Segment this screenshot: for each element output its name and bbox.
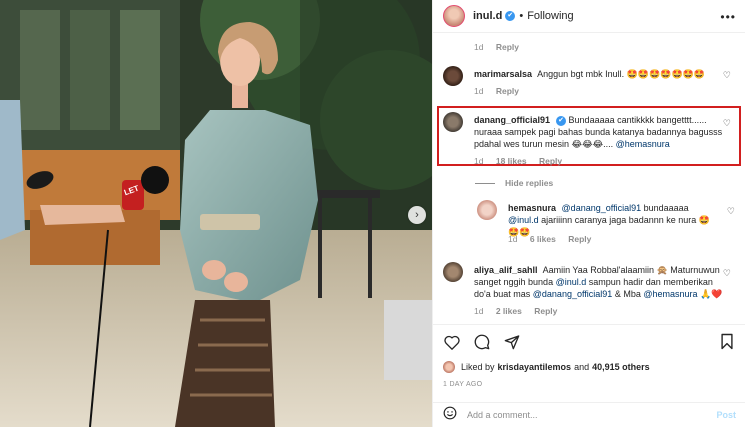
comment-time: 1d — [474, 86, 484, 96]
mention-link[interactable]: @danang_official91 — [562, 203, 642, 213]
comment-likes[interactable]: 18 likes — [496, 156, 527, 166]
carousel-next-button[interactable]: › — [408, 206, 426, 224]
action-icons — [443, 333, 521, 351]
comment-time: 1d — [474, 42, 484, 52]
comment-heart-icon[interactable]: ♡ — [727, 206, 735, 217]
divider-line — [475, 182, 495, 184]
mention-link[interactable]: @hemasnura — [616, 139, 670, 149]
hide-replies-button[interactable]: Hide replies — [475, 178, 553, 188]
heart-icon[interactable] — [443, 333, 461, 351]
liked-by-prefix: Liked by — [461, 362, 495, 372]
liker-avatar[interactable] — [443, 361, 455, 373]
comment-meta: 1d 2 likes Reply — [474, 306, 567, 316]
comment-heart-icon[interactable]: ♡ — [723, 118, 731, 129]
liked-by-others[interactable]: 40,915 others — [592, 362, 650, 372]
share-icon[interactable] — [503, 333, 521, 351]
commenter-avatar[interactable] — [477, 200, 497, 220]
photo-scene — [0, 0, 432, 427]
comment-text: aliya_alif_sahll Aamiin Yaa Robbal'alaam… — [474, 264, 724, 300]
author-avatar[interactable] — [443, 5, 465, 27]
comment-meta: 1d Reply — [474, 42, 529, 52]
author-username[interactable]: inul.d — [473, 10, 502, 22]
comment-likes[interactable]: 2 likes — [496, 306, 522, 316]
comment-likes[interactable]: 6 likes — [530, 234, 556, 244]
comment-meta: 1d 6 likes Reply — [508, 234, 601, 244]
mention-link[interactable]: @inul.d — [508, 215, 539, 225]
bookmark-icon[interactable] — [720, 333, 736, 351]
commenter-username[interactable]: hemasnura — [508, 203, 556, 213]
verified-badge-icon: ✔ — [505, 11, 516, 21]
verified-badge-icon: ✔ — [556, 115, 567, 126]
reply-button[interactable]: Reply — [534, 306, 557, 316]
commenter-avatar[interactable] — [443, 112, 463, 132]
comment-text: marimarsalsa Anggun bgt mbk Inull. 🤩🤩🤩🤩🤩… — [474, 68, 724, 80]
mention-link[interactable]: @hemasnura — [643, 289, 697, 299]
post-photo: LET › — [0, 0, 432, 427]
comment-meta: 1d Reply — [474, 86, 529, 96]
comments-panel: inul.d ✔ • Following ••• 1d Reply marima… — [432, 0, 745, 427]
comment-heart-icon[interactable]: ♡ — [723, 268, 731, 279]
post-button[interactable]: Post — [716, 410, 736, 420]
comment-heart-icon[interactable]: ♡ — [723, 70, 731, 81]
commenter-avatar[interactable] — [443, 262, 463, 282]
reply-button[interactable]: Reply — [496, 42, 519, 52]
smiley-icon[interactable] — [443, 406, 457, 425]
post-time: 1 DAY AGO — [443, 381, 483, 388]
chevron-right-icon: › — [415, 209, 419, 221]
comment-text: hemasnura @danang_official91 bundaaaaa @… — [508, 202, 713, 238]
comment-time: 1d — [474, 306, 484, 316]
commenter-username[interactable]: danang_official91 — [474, 115, 550, 125]
mention-link[interactable]: @inul.d — [556, 277, 587, 287]
comment-icon[interactable] — [473, 333, 491, 351]
comment-meta: 1d 18 likes Reply — [474, 156, 572, 166]
reply-button[interactable]: Reply — [568, 234, 591, 244]
liked-by: Liked by krisdayantilemos and 40,915 oth… — [443, 361, 653, 373]
comment-content: bundaaaaa — [643, 203, 689, 213]
hide-replies-label: Hide replies — [505, 178, 554, 188]
following-button[interactable]: Following — [527, 10, 573, 22]
post-actions: Liked by krisdayantilemos and 40,915 oth… — [433, 324, 745, 402]
post-header: inul.d ✔ • Following ••• — [433, 0, 745, 33]
comment-content: 🙏❤️ — [700, 289, 723, 299]
commenter-username[interactable]: aliya_alif_sahll — [474, 265, 538, 275]
liked-by-user[interactable]: krisdayantilemos — [498, 362, 572, 372]
commenter-username[interactable]: marimarsalsa — [474, 69, 532, 79]
comments-list[interactable]: 1d Reply marimarsalsa Anggun bgt mbk Inu… — [433, 34, 745, 324]
reply-button[interactable]: Reply — [496, 86, 519, 96]
comment-content: & Mba — [614, 289, 641, 299]
comment-time: 1d — [474, 156, 484, 166]
header-separator: • — [519, 10, 524, 22]
comment-content: Anggun bgt mbk Inull. 🤩🤩🤩🤩🤩🤩🤩 — [537, 69, 706, 79]
add-comment-bar: Post — [433, 402, 745, 427]
comment-input[interactable] — [467, 410, 697, 420]
mention-link[interactable]: @danang_official91 — [533, 289, 613, 299]
liked-by-and: and — [574, 362, 590, 372]
comment-time: 1d — [508, 234, 518, 244]
commenter-avatar[interactable] — [443, 66, 463, 86]
comment-text: danang_official91 ✔ Bundaaaaa cantikkkk b… — [474, 114, 724, 150]
more-horizontal-icon[interactable]: ••• — [720, 10, 736, 24]
reply-button[interactable]: Reply — [539, 156, 562, 166]
